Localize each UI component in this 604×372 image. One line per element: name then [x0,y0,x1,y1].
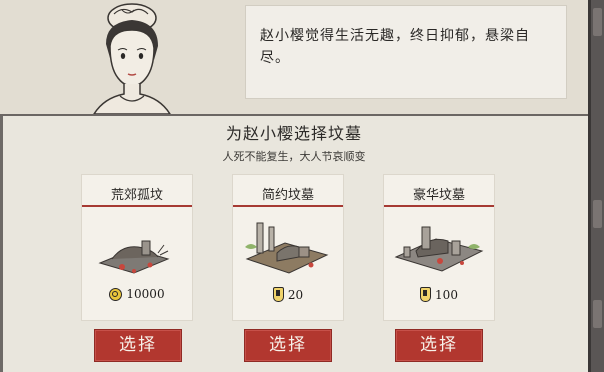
selection-subtitle: 人死不能复生，大人节哀顺变 [222,150,366,163]
character-portrait [93,3,171,114]
token-icon [420,287,432,302]
coin-icon [109,288,123,301]
divider [384,205,494,207]
grave-price: 100 [384,287,494,302]
grave-selection-panel: 赵小樱觉得生活无趣，终日抑郁，悬梁自尽。 为赵小樱选择坟墓 人死不能复生，大人节… [0,0,591,372]
grave-price: 20 [233,287,343,302]
price-value: 20 [287,288,304,302]
grave-name: 简约坟墓 [261,188,314,203]
token-icon [272,287,284,302]
simple-grave-illustration [245,222,329,274]
divider [82,205,192,207]
price-value: 10000 [126,287,165,301]
select-button-simple[interactable]: 选择 [244,329,332,362]
divider [233,205,343,207]
grave-card-simple[interactable]: 简约坟墓 20 [232,174,344,321]
desolate-grave-illustration [98,240,170,274]
luxury-grave-illustration [394,226,484,272]
dialogue-bubble: 赵小樱觉得生活无趣，终日抑郁，悬梁自尽。 [245,5,567,99]
dialogue-text: 赵小樱觉得生活无趣，终日抑郁，悬梁自尽。 [260,28,530,66]
grave-name: 荒郊孤坟 [110,188,163,203]
select-button-luxury[interactable]: 选择 [395,329,483,362]
selection-title: 为赵小樱选择坟墓 [225,124,362,143]
rail-slot [593,300,602,328]
select-button-desolate[interactable]: 选择 [94,329,182,362]
rail-slot [593,8,602,36]
grave-name: 豪华坟墓 [412,188,465,203]
grave-card-desolate[interactable]: 荒郊孤坟 10000 [81,174,193,321]
grave-price: 10000 [82,287,192,301]
price-value: 100 [435,288,458,302]
side-scroll-rail [591,0,604,372]
dialogue-area: 赵小樱觉得生活无趣，终日抑郁，悬梁自尽。 [0,0,588,116]
grave-card-luxury[interactable]: 豪华坟墓 100 [383,174,495,321]
rail-slot [593,200,602,228]
